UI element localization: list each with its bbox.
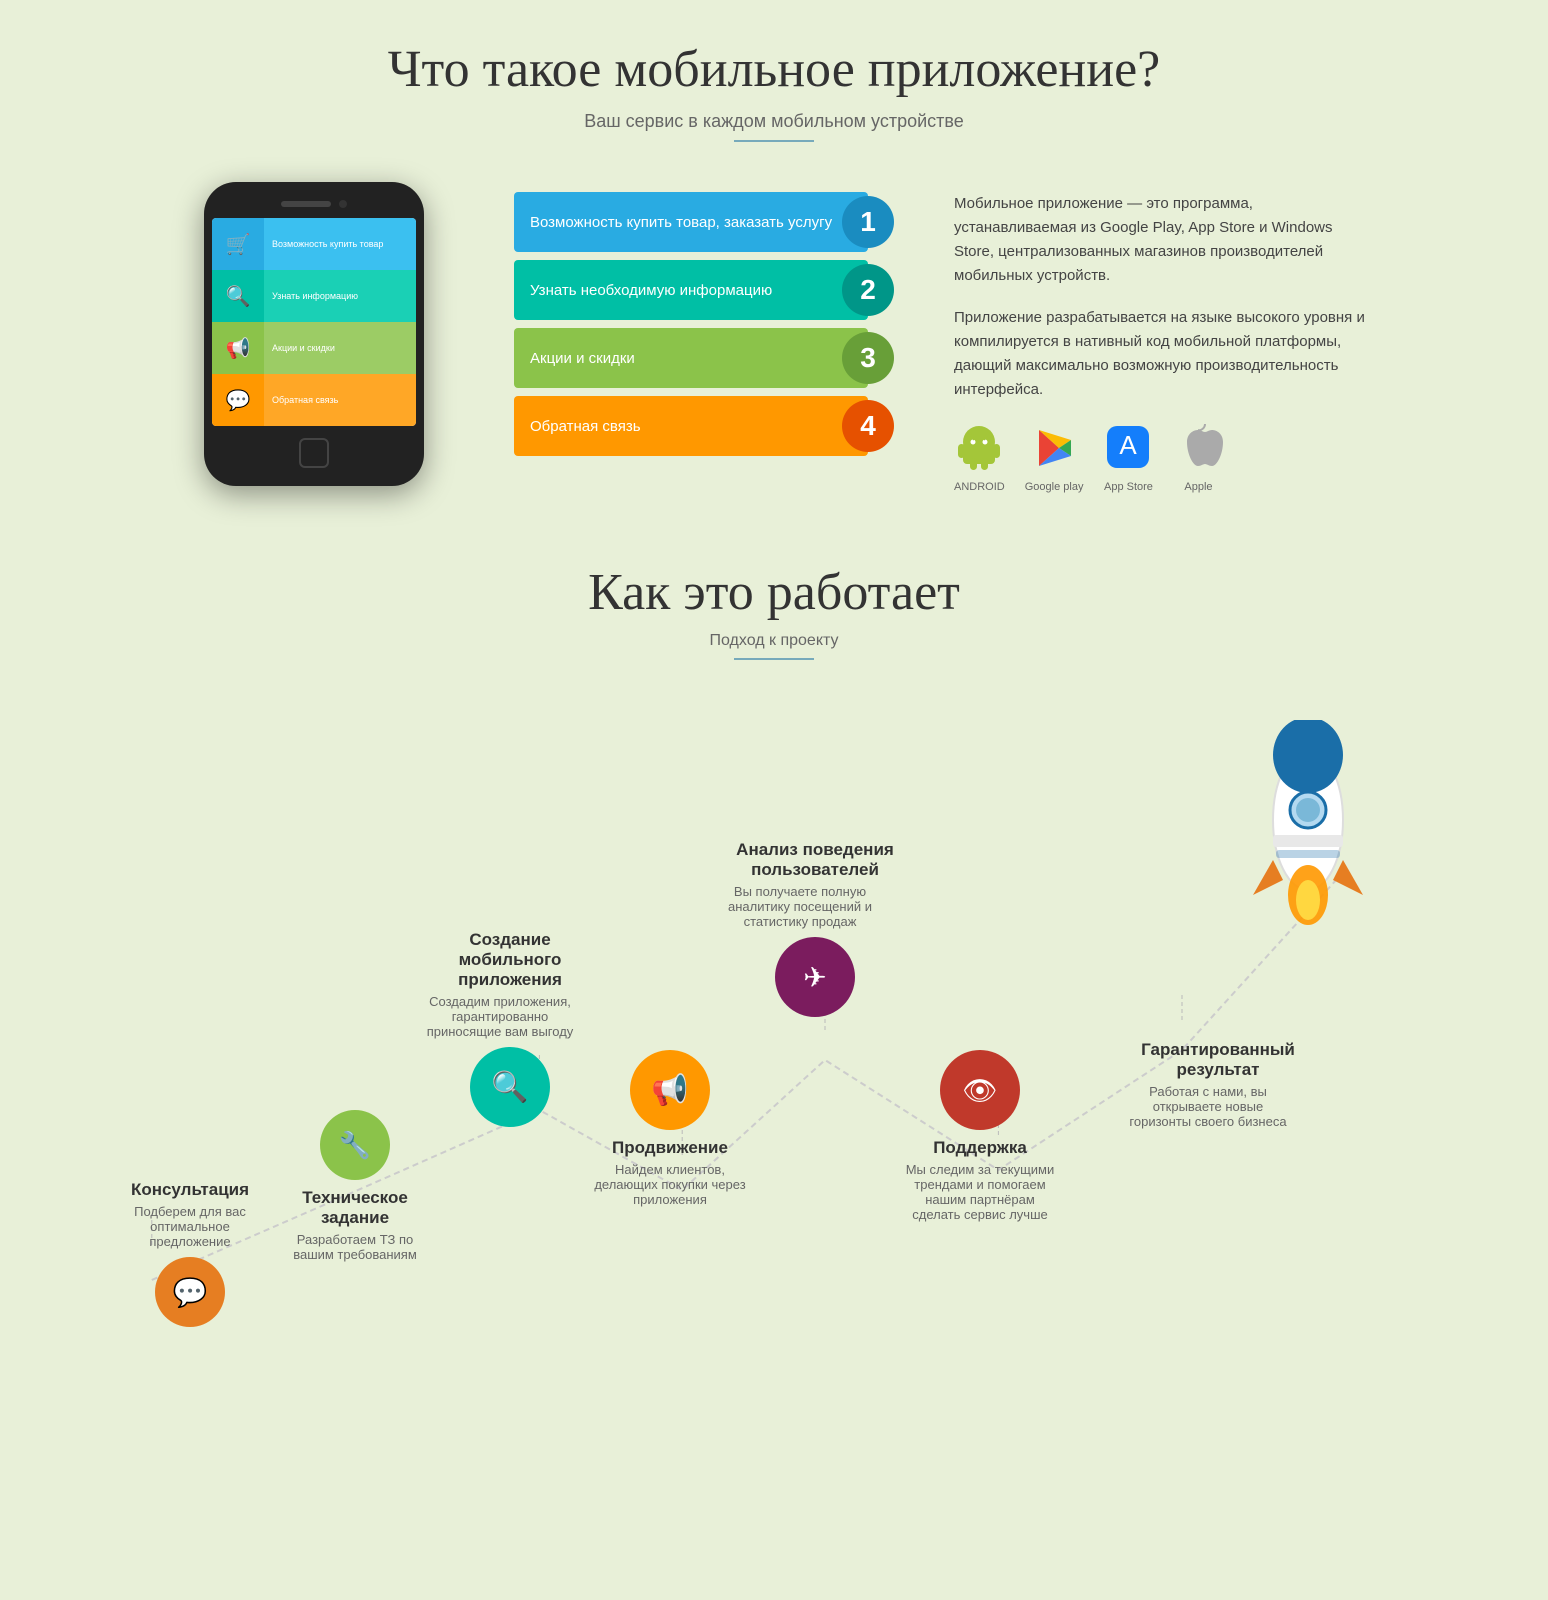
right-description-panel: Мобильное приложение — это программа, ус… xyxy=(954,182,1374,493)
feature-num-3: 3 xyxy=(842,332,894,384)
tl-desc-analiz: Вы получаете полную аналитику посещений … xyxy=(720,884,880,929)
feature-num-2: 2 xyxy=(842,264,894,316)
tl-node-podderzhka: 👁 Поддержка Мы следим за текущими тренда… xyxy=(900,1050,1060,1222)
android-store-item: ANDROID xyxy=(954,422,1005,493)
rocket-illustration xyxy=(1208,720,1408,940)
tl-title-konsultacia: Консультация xyxy=(115,1180,265,1200)
phone-mockup: 🛒 Возможность купить товар 🔍 Узнать инфо… xyxy=(174,182,454,486)
page-title: Что такое мобильное приложение? xyxy=(60,40,1488,99)
phone-home-button xyxy=(299,438,329,468)
page-subtitle: Ваш сервис в каждом мобильном устройстве xyxy=(60,111,1488,132)
phone-icon-search: 🔍 xyxy=(212,270,264,322)
section-how-it-works: Как это работает Подход к проекту Консул… xyxy=(0,523,1548,1450)
phone-icon-feedback: 💬 xyxy=(212,374,264,426)
rocket-svg xyxy=(1208,720,1408,940)
features-list: Возможность купить товар, заказать услуг… xyxy=(514,182,894,456)
google-play-label: Google play xyxy=(1025,481,1084,493)
feature-item-2: Узнать необходимую информацию 2 xyxy=(514,260,894,320)
description-para2: Приложение разрабатывается на языке высо… xyxy=(954,306,1374,402)
feature-text-2: Узнать необходимую информацию xyxy=(514,260,868,320)
tl-desc-result: Работая с нами, вы открываете новые гори… xyxy=(1128,1084,1288,1129)
svg-text:A: A xyxy=(1120,430,1138,460)
tl-desc-podderzhka: Мы следим за текущими трендами и помогае… xyxy=(900,1162,1060,1222)
store-icons-row: ANDROID Google play A xyxy=(954,422,1374,493)
google-play-store-item: Google play xyxy=(1025,422,1084,493)
tl-title-tz: Техническое задание xyxy=(280,1188,430,1228)
section2-divider xyxy=(734,658,814,660)
phone-label-2: Узнать информацию xyxy=(264,270,416,322)
tl-circle-prodvijenie: 📢 xyxy=(630,1050,710,1130)
section2-title: Как это работает xyxy=(60,563,1488,622)
tl-title-analiz: Анализ поведения пользователей xyxy=(720,840,910,880)
content-row: 🛒 Возможность купить товар 🔍 Узнать инфо… xyxy=(60,182,1488,493)
tl-circle-analiz: ✈ xyxy=(775,937,855,1017)
apple-label: Apple xyxy=(1184,481,1212,493)
phone-screen: 🛒 Возможность купить товар 🔍 Узнать инфо… xyxy=(212,218,416,426)
app-store-item: A App Store xyxy=(1103,422,1153,493)
phone-icon-cart: 🛒 xyxy=(212,218,264,270)
phone-menu: 🛒 Возможность купить товар 🔍 Узнать инфо… xyxy=(212,218,416,426)
tl-node-konsultacia: Консультация Подберем для вас оптимально… xyxy=(115,1180,265,1327)
section2-subtitle: Подход к проекту xyxy=(60,632,1488,650)
phone-label-4: Обратная связь xyxy=(264,374,416,426)
tl-desc-konsultacia: Подберем для вас оптимальное предложение xyxy=(115,1204,265,1249)
feature-text-4: Обратная связь xyxy=(514,396,868,456)
feature-num-1: 1 xyxy=(842,196,894,248)
phone-label-3: Акции и скидки xyxy=(264,322,416,374)
tl-title-result: Гарантированный результат xyxy=(1128,1040,1308,1080)
phone-top xyxy=(212,200,416,208)
tl-circle-podderzhka: 👁 xyxy=(940,1050,1020,1130)
feature-item-3: Акции и скидки 3 xyxy=(514,328,894,388)
phone-item-1: 🛒 Возможность купить товар xyxy=(212,218,416,270)
tl-circle-konsultacia: 💬 xyxy=(155,1257,225,1327)
tl-node-sozdanie: Создание мобильного приложения Создадим … xyxy=(420,930,600,1127)
apple-store-item: Apple xyxy=(1173,422,1223,493)
feature-text-1: Возможность купить товар, заказать услуг… xyxy=(514,192,868,252)
tl-title-sozdanie: Создание мобильного приложения xyxy=(420,930,600,990)
feature-item-4: Обратная связь 4 xyxy=(514,396,894,456)
phone-bottom xyxy=(212,438,416,468)
android-label: ANDROID xyxy=(954,481,1005,493)
phone-camera xyxy=(339,200,347,208)
phone-device: 🛒 Возможность купить товар 🔍 Узнать инфо… xyxy=(204,182,424,486)
description-para1: Мобильное приложение — это программа, ус… xyxy=(954,192,1374,288)
tl-title-prodvijenie: Продвижение xyxy=(590,1138,750,1158)
tl-node-prodvijenie: 📢 Продвижение Найдем клиентов, делающих … xyxy=(590,1050,750,1207)
feature-text-3: Акции и скидки xyxy=(514,328,868,388)
phone-item-4: 💬 Обратная связь xyxy=(212,374,416,426)
tl-circle-tz: 🔧 xyxy=(320,1110,390,1180)
tl-circle-sozdanie: 🔍 xyxy=(470,1047,550,1127)
phone-item-3: 📢 Акции и скидки xyxy=(212,322,416,374)
tl-desc-sozdanie: Создадим приложения, гарантированно прин… xyxy=(420,994,580,1039)
tl-node-analiz: Анализ поведения пользователей Вы получа… xyxy=(720,840,910,1017)
tl-node-result: Гарантированный результат Работая с нами… xyxy=(1128,1040,1308,1137)
section-what-is-app: Что такое мобильное приложение? Ваш серв… xyxy=(0,0,1548,523)
tl-desc-prodvijenie: Найдем клиентов, делающих покупки через … xyxy=(590,1162,750,1207)
feature-item-1: Возможность купить товар, заказать услуг… xyxy=(514,192,894,252)
phone-speaker xyxy=(281,201,331,207)
app-store-label: App Store xyxy=(1104,481,1153,493)
timeline-container: Консультация Подберем для вас оптимально… xyxy=(60,690,1488,1390)
tl-desc-tz: Разработаем ТЗ по вашим требованиям xyxy=(280,1232,430,1262)
apple-icon xyxy=(1173,422,1223,477)
tl-node-tz: 🔧 Техническое задание Разработаем ТЗ по … xyxy=(280,1110,430,1262)
tl-title-podderzhka: Поддержка xyxy=(900,1138,1060,1158)
android-icon xyxy=(954,422,1004,477)
app-store-icon: A xyxy=(1103,422,1153,477)
phone-label-1: Возможность купить товар xyxy=(264,218,416,270)
phone-icon-promo: 📢 xyxy=(212,322,264,374)
title-divider xyxy=(734,140,814,142)
feature-num-4: 4 xyxy=(842,400,894,452)
google-play-icon xyxy=(1029,422,1079,477)
phone-item-2: 🔍 Узнать информацию xyxy=(212,270,416,322)
